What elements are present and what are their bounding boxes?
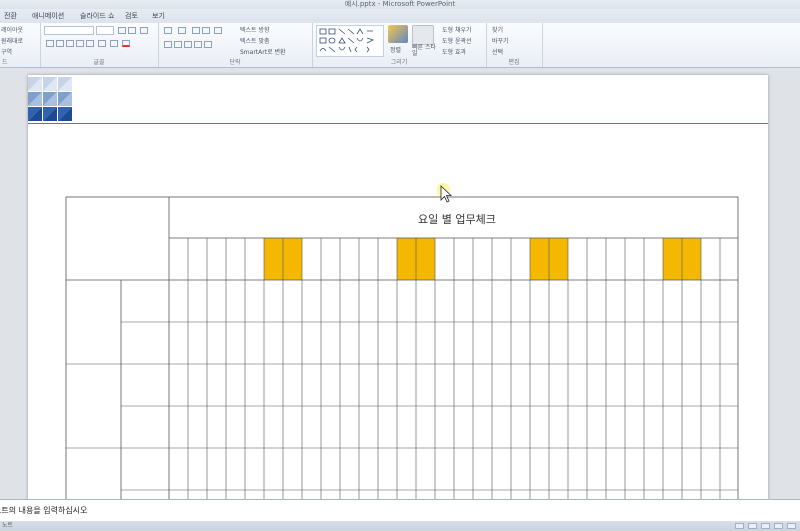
ribbon: 레이아웃 원래대로 구역 드 글꼴 텍스트 방향 텍스트 맞춤 SmartArt…	[0, 23, 800, 68]
window-title-bar: 예시.pptx - Microsoft PowerPoint	[0, 0, 800, 9]
shapes-gallery-icon	[319, 28, 375, 53]
italic-icon[interactable]	[56, 40, 64, 47]
highlighted-day-cell[interactable]	[264, 238, 283, 280]
underline-icon[interactable]	[66, 40, 74, 47]
bold-icon[interactable]	[46, 40, 54, 47]
align-left-icon[interactable]	[164, 41, 172, 48]
highlighted-day-cell[interactable]	[416, 238, 435, 280]
slide-canvas[interactable]: 요일 별 업무체크	[28, 75, 768, 515]
status-left-text: 노트	[2, 522, 14, 529]
highlighted-day-cell[interactable]	[682, 238, 701, 280]
numbering-icon[interactable]	[178, 27, 186, 34]
highlighted-day-cell[interactable]	[549, 238, 568, 280]
replace-button[interactable]: 바꾸기	[492, 36, 509, 45]
schedule-table[interactable]	[28, 75, 768, 515]
highlighted-day-cell[interactable]	[283, 238, 302, 280]
decrease-indent-icon[interactable]	[192, 27, 200, 34]
editing-group: 찾기 바꾸기 선택 편집	[486, 23, 543, 67]
tab-view[interactable]: 보기	[152, 9, 165, 23]
reading-view-icon[interactable]	[761, 523, 770, 529]
quick-styles-icon[interactable]	[412, 25, 434, 45]
status-bar: 노트	[0, 521, 800, 531]
arrange-icon[interactable]	[388, 25, 408, 43]
columns-icon[interactable]	[204, 41, 212, 48]
justify-icon[interactable]	[194, 41, 202, 48]
align-text-button[interactable]: 텍스트 맞춤	[240, 36, 270, 45]
font-group: 글꼴	[40, 23, 159, 67]
align-center-icon[interactable]	[174, 41, 182, 48]
table-title[interactable]: 요일 별 업무체크	[418, 211, 496, 227]
char-spacing-icon[interactable]	[98, 40, 106, 47]
shapes-gallery[interactable]	[316, 25, 384, 57]
text-direction-button[interactable]: 텍스트 방향	[240, 25, 270, 34]
reset-button[interactable]: 원래대로	[1, 36, 23, 45]
shadow-icon[interactable]	[86, 40, 94, 47]
arrange-button[interactable]: 정렬	[390, 45, 401, 54]
clear-format-icon[interactable]	[140, 27, 148, 34]
shrink-font-icon[interactable]	[128, 27, 136, 34]
highlighted-day-cell[interactable]	[397, 238, 416, 280]
shape-effects-button[interactable]: 도형 효과	[442, 47, 466, 56]
slides-group: 레이아웃 원래대로 구역 드	[0, 23, 41, 67]
tab-transitions[interactable]: 전환	[4, 9, 17, 23]
layout-button[interactable]: 레이아웃	[1, 25, 23, 34]
bullets-icon[interactable]	[164, 27, 172, 34]
mouse-cursor-icon	[437, 183, 453, 203]
font-size-select[interactable]	[96, 26, 114, 35]
quick-styles-button[interactable]: 빠른 스타일	[412, 45, 436, 57]
normal-view-icon[interactable]	[735, 523, 744, 529]
drawing-group: 정렬 빠른 스타일 도형 채우기 도형 윤곽선 도형 효과 그리기	[312, 23, 487, 67]
tab-slideshow[interactable]: 슬라이드 쇼	[80, 9, 114, 23]
slides-group-label: 드	[2, 59, 8, 66]
select-button[interactable]: 선택	[492, 47, 503, 56]
strikethrough-icon[interactable]	[76, 40, 84, 47]
shape-outline-button[interactable]: 도형 윤곽선	[442, 36, 472, 45]
align-right-icon[interactable]	[184, 41, 192, 48]
highlighted-day-cell[interactable]	[663, 238, 682, 280]
paragraph-group-label: 단락	[229, 59, 241, 66]
smartart-button[interactable]: SmartArt로 변환	[240, 47, 286, 56]
tab-review[interactable]: 검토	[125, 9, 138, 23]
zoom-icon[interactable]	[787, 523, 796, 529]
editing-group-label: 편집	[508, 59, 520, 66]
slide-sorter-icon[interactable]	[748, 523, 757, 529]
shape-fill-button[interactable]: 도형 채우기	[442, 25, 472, 34]
highlighted-day-cell[interactable]	[530, 238, 549, 280]
section-button[interactable]: 구역	[1, 47, 12, 56]
grow-font-icon[interactable]	[118, 27, 126, 34]
tab-animations[interactable]: 애니메이션	[32, 9, 64, 23]
notes-pane[interactable]: 노트의 내용을 입력하십시오	[0, 499, 800, 522]
paragraph-group: 텍스트 방향 텍스트 맞춤 SmartArt로 변환 단락	[158, 23, 313, 67]
slideshow-view-icon[interactable]	[774, 523, 783, 529]
font-name-select[interactable]	[44, 26, 94, 35]
drawing-group-label: 그리기	[390, 59, 408, 66]
change-case-icon[interactable]	[110, 40, 118, 47]
notes-placeholder[interactable]: 노트의 내용을 입력하십시오	[0, 506, 87, 515]
font-group-label: 글꼴	[93, 59, 105, 66]
increase-indent-icon[interactable]	[202, 27, 210, 34]
line-spacing-icon[interactable]	[214, 27, 222, 34]
font-color-icon[interactable]	[122, 40, 130, 47]
ribbon-tab-bar: 전환 애니메이션 슬라이드 쇼 검토 보기	[0, 9, 800, 24]
window-title: 예시.pptx - Microsoft PowerPoint	[344, 0, 456, 8]
find-button[interactable]: 찾기	[492, 25, 503, 34]
